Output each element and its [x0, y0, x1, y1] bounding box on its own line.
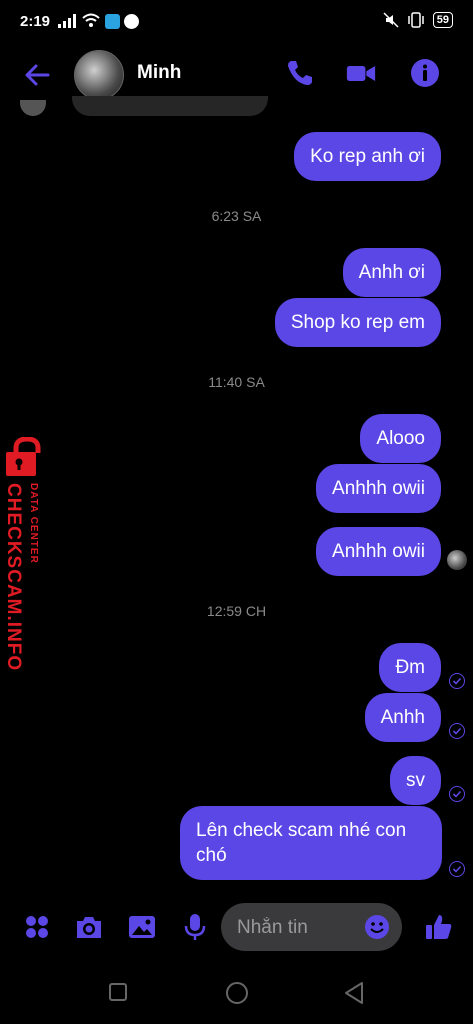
- emoji-icon[interactable]: [364, 914, 390, 940]
- timestamp: 11:40 SA: [208, 374, 265, 390]
- status-bar: 2:19 59: [0, 0, 473, 44]
- seen-check-icon: [449, 723, 465, 739]
- incoming-bubble-partial: [72, 96, 268, 116]
- camera-icon[interactable]: [74, 912, 104, 942]
- watermark-subtitle: DATA CENTER: [28, 483, 39, 564]
- recents-button-icon[interactable]: [108, 980, 128, 1004]
- phone-icon[interactable]: [284, 58, 314, 88]
- message-bubble[interactable]: Shop ko rep em: [274, 298, 441, 347]
- status-time: 2:19: [20, 13, 51, 30]
- apps-icon[interactable]: [22, 912, 52, 942]
- message-bubble[interactable]: Lên check scam nhé con chó: [180, 806, 442, 880]
- status-right: 59: [383, 12, 453, 28]
- message-bubble[interactable]: sv: [390, 756, 441, 805]
- lock-icon: [6, 437, 41, 476]
- read-receipt-avatar: [447, 550, 467, 570]
- home-button-icon[interactable]: [224, 980, 250, 1006]
- messenger-icon: [124, 14, 139, 29]
- message-bubble[interactable]: Anhh ơi: [342, 248, 441, 297]
- message-bubble[interactable]: Ko rep anh ơi: [294, 132, 441, 181]
- back-arrow-icon[interactable]: [22, 60, 52, 90]
- vibrate-icon: [408, 12, 424, 28]
- seen-check-icon: [449, 786, 465, 802]
- message-bubble[interactable]: Alooo: [360, 414, 441, 463]
- info-icon[interactable]: [410, 58, 440, 88]
- sender-avatar-partial: [20, 100, 46, 116]
- image-icon[interactable]: [127, 912, 157, 942]
- telegram-icon: [105, 14, 120, 29]
- timestamp: 6:23 SA: [211, 208, 262, 224]
- back-button-icon[interactable]: [342, 980, 366, 1006]
- timestamp: 12:59 CH: [206, 603, 267, 619]
- signal-icon: [58, 14, 76, 28]
- avatar[interactable]: [74, 50, 124, 100]
- message-bubble[interactable]: Anhhh owii: [316, 464, 441, 513]
- watermark-brand: CHECKSCAM.INFO: [3, 483, 24, 672]
- message-bubble[interactable]: Anhhh owii: [316, 527, 441, 576]
- contact-name[interactable]: Minh: [137, 62, 181, 84]
- video-icon[interactable]: [346, 58, 376, 88]
- message-input-box[interactable]: [221, 903, 402, 953]
- message-bubble[interactable]: Đm: [379, 643, 441, 692]
- seen-check-icon: [449, 861, 465, 877]
- wifi-icon: [82, 13, 100, 27]
- seen-check-icon: [449, 673, 465, 689]
- message-input[interactable]: [235, 903, 359, 953]
- mute-icon: [383, 12, 399, 28]
- mic-icon[interactable]: [180, 912, 210, 942]
- thumbs-up-icon[interactable]: [424, 912, 454, 942]
- watermark: CHECKSCAM.INFO DATA CENTER: [0, 437, 52, 671]
- battery-level: 59: [432, 12, 453, 28]
- message-bubble[interactable]: Anhh: [364, 693, 441, 742]
